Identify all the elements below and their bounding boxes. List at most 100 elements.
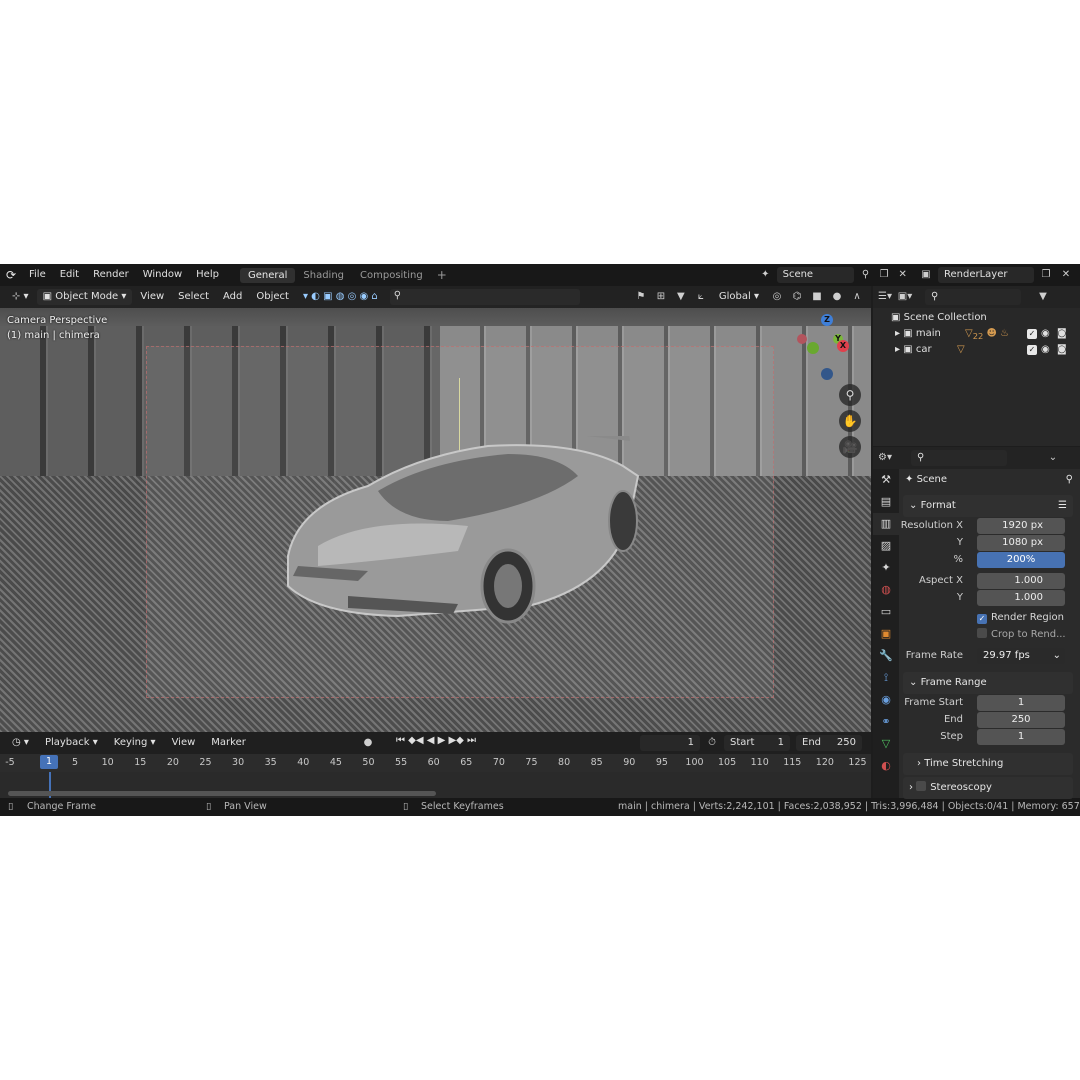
- menu-file[interactable]: File: [22, 264, 53, 286]
- gizmo-x-axis[interactable]: X: [837, 340, 849, 352]
- properties-editor-icon[interactable]: ⚙▾: [877, 450, 893, 466]
- transform-orientation-dropdown[interactable]: Global ▾: [713, 289, 765, 305]
- exclude-checkbox[interactable]: ✓: [1027, 329, 1037, 339]
- display-mode-icon[interactable]: ▣▾: [897, 289, 913, 305]
- render-region-row[interactable]: ✓ Render Region: [903, 610, 1073, 626]
- resolution-percent-field[interactable]: 200%: [977, 552, 1065, 568]
- material-tab-icon[interactable]: ◐: [873, 755, 899, 777]
- scene-collection-row[interactable]: ▣ Scene Collection: [873, 310, 1080, 326]
- scene-tab-icon[interactable]: ✦: [873, 557, 899, 579]
- marker-menu[interactable]: Marker: [205, 735, 252, 751]
- menu-render[interactable]: Render: [86, 264, 136, 286]
- resolution-x-field[interactable]: 1920 px: [977, 518, 1065, 534]
- crop-checkbox[interactable]: [977, 628, 987, 638]
- current-frame-indicator[interactable]: 1: [40, 755, 58, 769]
- expand-icon[interactable]: ▸: [895, 328, 903, 339]
- view-layer-field[interactable]: RenderLayer: [938, 267, 1034, 283]
- gizmo-neg-x-axis[interactable]: [797, 334, 807, 344]
- tab-general[interactable]: General: [239, 267, 296, 283]
- time-stretching-panel-header[interactable]: › Time Stretching: [903, 753, 1073, 775]
- visibility-icons[interactable]: ▾ ◐ ▣ ◍ ◎ ◉ ⌂: [297, 289, 384, 305]
- timeline-view-menu[interactable]: View: [166, 735, 202, 751]
- crop-row[interactable]: Crop to Rend...: [903, 627, 1073, 643]
- frame-end-field[interactable]: 250: [977, 712, 1065, 728]
- menu-add[interactable]: Add: [217, 289, 248, 305]
- pivot-icon[interactable]: ◎: [769, 289, 785, 305]
- tab-shading[interactable]: Shading: [295, 268, 352, 283]
- gizmo-neg-z-axis[interactable]: [821, 368, 833, 380]
- gizmo-z-axis[interactable]: Z: [821, 314, 833, 326]
- pin-icon[interactable]: ⚲: [1066, 469, 1073, 491]
- particles-tab-icon[interactable]: ⟟: [873, 667, 899, 689]
- scene-name-field[interactable]: Scene: [776, 267, 855, 283]
- end-frame-field[interactable]: End 250: [796, 735, 862, 751]
- menu-object[interactable]: Object: [250, 289, 295, 305]
- transform-icon[interactable]: ⟀: [693, 289, 709, 305]
- camera-view-icon[interactable]: 🎥: [839, 436, 861, 458]
- zoom-icon[interactable]: ⚲: [839, 384, 861, 406]
- navigation-gizmo[interactable]: Z Y X: [797, 314, 857, 384]
- close-layer-icon[interactable]: ✕: [1058, 267, 1074, 283]
- outliner-search-input[interactable]: ⚲: [925, 289, 1021, 305]
- outliner-editor-icon[interactable]: ☰▾: [877, 289, 893, 305]
- menu-help[interactable]: Help: [189, 264, 226, 286]
- collection-tab-icon[interactable]: ▭: [873, 601, 899, 623]
- object-mode-dropdown[interactable]: ▣ Object Mode ▾: [36, 289, 133, 305]
- output-tab-icon[interactable]: ▥: [873, 513, 899, 535]
- pan-hand-icon[interactable]: ✋: [839, 410, 861, 432]
- current-frame-field[interactable]: 1: [640, 735, 700, 751]
- new-scene-icon[interactable]: ❐: [877, 267, 892, 283]
- add-workspace-button[interactable]: +: [431, 268, 453, 282]
- frame-start-field[interactable]: 1: [977, 695, 1065, 711]
- properties-search-input[interactable]: ⚲: [911, 450, 1007, 466]
- menu-edit[interactable]: Edit: [53, 264, 86, 286]
- eye-icon[interactable]: ◉: [1041, 326, 1050, 342]
- aspect-x-field[interactable]: 1.000: [977, 573, 1065, 589]
- playback-menu[interactable]: Playback ▾: [39, 735, 104, 751]
- stopwatch-icon[interactable]: ⏱: [704, 735, 720, 751]
- stereoscopy-panel-header[interactable]: › Stereoscopy: [903, 777, 1073, 799]
- modifier-tab-icon[interactable]: 🔧: [873, 645, 899, 667]
- physics-tab-icon[interactable]: ◉: [873, 689, 899, 711]
- menu-view[interactable]: View: [134, 289, 170, 305]
- render-region-checkbox[interactable]: ✓: [977, 614, 987, 624]
- stereoscopy-checkbox[interactable]: [916, 781, 927, 791]
- material-shading-icon[interactable]: ●: [829, 289, 845, 305]
- 3d-viewport[interactable]: ⊹ ▾ ▣ Object Mode ▾ View Select Add Obje…: [0, 286, 871, 732]
- outliner-row-main[interactable]: ▸ ▣ main ▽22 ☻ ♨ ✓ ◉ ◙: [873, 326, 1080, 342]
- render-tab-icon[interactable]: ▤: [873, 491, 899, 513]
- scene-icon[interactable]: ✦: [758, 267, 773, 283]
- clock-icon[interactable]: ◷ ▾: [6, 735, 35, 751]
- menu-select[interactable]: Select: [172, 289, 215, 305]
- outliner-row-car[interactable]: ▸ ▣ car ▽ ✓ ◉ ◙: [873, 342, 1080, 358]
- snap-icon[interactable]: ⌬: [789, 289, 805, 305]
- eye-icon[interactable]: ◉: [1041, 342, 1050, 358]
- keying-menu[interactable]: Keying ▾: [108, 735, 162, 751]
- format-panel-header[interactable]: ⌄ Format ☰: [903, 495, 1073, 517]
- close-icon[interactable]: ✕: [895, 267, 910, 283]
- outliner-filter-icon[interactable]: ▼: [1035, 289, 1051, 305]
- exclude-checkbox[interactable]: ✓: [1027, 345, 1037, 355]
- resolution-y-field[interactable]: 1080 px: [977, 535, 1065, 551]
- tool-tab-icon[interactable]: ⚒: [873, 469, 899, 491]
- view-layer-tab-icon[interactable]: ▨: [873, 535, 899, 557]
- editor-type-icon[interactable]: ⊹ ▾: [6, 289, 35, 305]
- menu-window[interactable]: Window: [136, 264, 189, 286]
- data-tab-icon[interactable]: ▽: [873, 733, 899, 755]
- playback-controls[interactable]: ⏮ ◆◀ ◀ ▶ ▶◆ ⏭: [396, 735, 476, 746]
- solid-shading-icon[interactable]: ■: [809, 289, 825, 305]
- expand-icon[interactable]: ▸: [895, 344, 903, 355]
- blender-logo-icon[interactable]: ⟳: [0, 268, 22, 282]
- camera-render-icon[interactable]: ◙: [1057, 326, 1067, 342]
- world-tab-icon[interactable]: ◍: [873, 579, 899, 601]
- viewport-search-input[interactable]: ⚲: [389, 289, 580, 305]
- frame-range-panel-header[interactable]: ⌄ Frame Range: [903, 672, 1073, 694]
- timeline-keyframe-area[interactable]: [0, 772, 871, 798]
- constraints-tab-icon[interactable]: ⚭: [873, 711, 899, 733]
- proportional-icon[interactable]: ∧: [849, 289, 865, 305]
- timeline-ruler[interactable]: -5 1 5 10 15 20 25 30 35 40 45 50 55 60 65 70 75 80 85 90 95…: [0, 754, 871, 772]
- timeline-scrollbar[interactable]: [8, 791, 436, 796]
- object-tab-icon[interactable]: ▣: [873, 623, 899, 645]
- pin-icon[interactable]: ⚲: [858, 267, 873, 283]
- start-frame-field[interactable]: Start 1: [724, 735, 790, 751]
